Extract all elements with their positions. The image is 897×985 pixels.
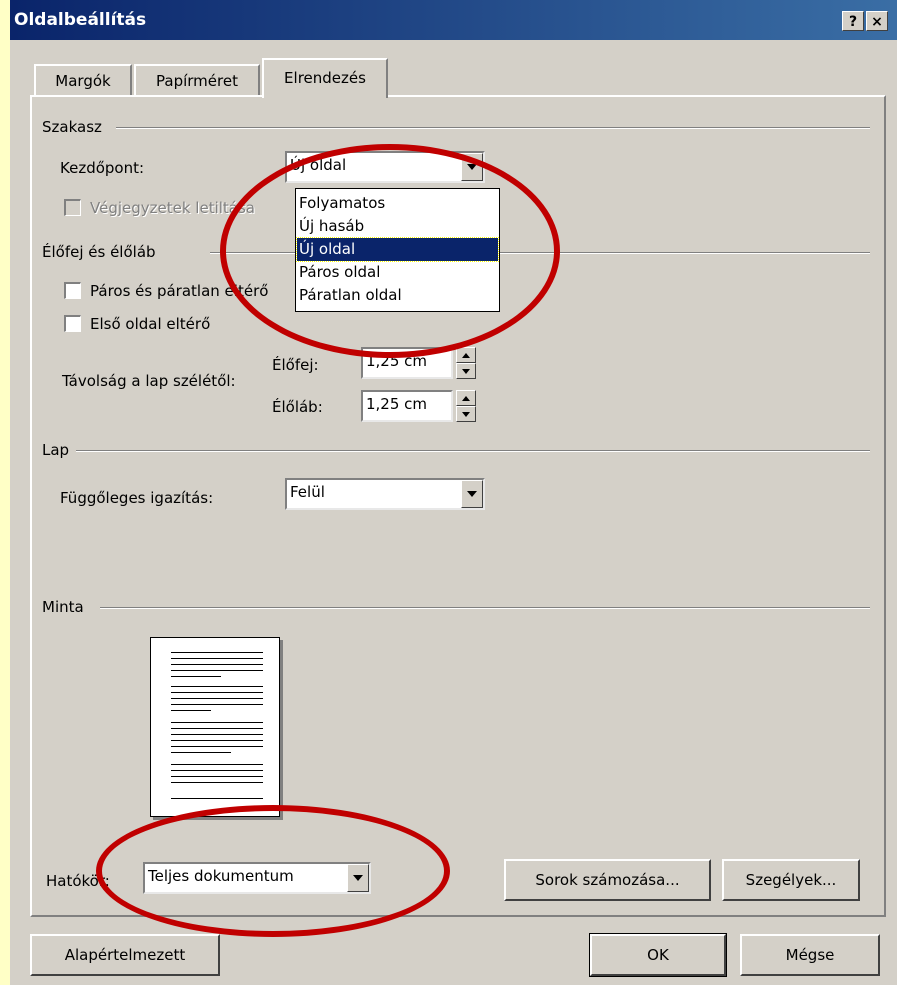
odd-even-checkbox[interactable] (64, 282, 81, 299)
first-page-label: Első oldal eltérő (90, 315, 211, 333)
footer-spin-down[interactable] (456, 406, 476, 422)
dropdown-option-new-column[interactable]: Új hasáb (297, 215, 498, 238)
chevron-down-icon (467, 491, 477, 497)
odd-even-label: Páros és páratlan eltérő (90, 282, 269, 300)
header-spin-up[interactable] (456, 347, 476, 363)
footer-distance-value: 1,25 cm (366, 395, 428, 413)
preview-divider (100, 607, 870, 609)
preview-line (171, 676, 221, 677)
borders-button[interactable]: Szegélyek... (722, 859, 860, 901)
preview-line (171, 734, 263, 735)
chevron-down-icon (353, 875, 363, 881)
preview-line (171, 764, 263, 765)
tab-paper-size[interactable]: Papírméret (134, 64, 260, 96)
arrow-down-icon (462, 368, 470, 374)
vertical-align-dropdown-button[interactable] (461, 480, 483, 508)
cancel-button[interactable]: Mégse (740, 934, 880, 976)
start-select[interactable]: Új oldal (285, 151, 485, 183)
preview-line (171, 728, 263, 729)
header-spin-down[interactable] (456, 363, 476, 379)
apply-select[interactable]: Teljes dokumentum (143, 862, 371, 894)
window-title: Oldalbeállítás (14, 10, 147, 30)
preview-line (171, 798, 263, 799)
header-distance-input[interactable]: 1,25 cm (361, 347, 453, 379)
page-setup-dialog: Oldalbeállítás ? × Margók Papírméret Elr… (10, 0, 897, 985)
preview-line (171, 770, 263, 771)
header-distance-value: 1,25 cm (366, 352, 428, 370)
default-button[interactable]: Alapértelmezett (30, 934, 220, 976)
arrow-up-icon (462, 395, 470, 401)
apply-label: Hatókör: (46, 872, 110, 890)
preview-line (171, 722, 263, 723)
preview-line (171, 670, 263, 671)
start-dropdown-button[interactable] (461, 153, 483, 181)
start-select-value: Új oldal (290, 156, 347, 174)
apply-select-value: Teljes dokumentum (148, 867, 294, 885)
close-button[interactable]: × (866, 11, 888, 31)
start-label: Kezdőpont: (60, 159, 145, 177)
endnotes-label: Végjegyzetek letiltása (90, 199, 255, 217)
chevron-down-icon (467, 164, 477, 170)
tab-layout[interactable]: Elrendezés (262, 58, 388, 98)
dropdown-option-odd-page[interactable]: Páratlan oldal (297, 284, 498, 307)
vertical-align-select[interactable]: Felül (285, 478, 485, 510)
preview-line (171, 652, 263, 653)
preview-line (171, 692, 263, 693)
tab-paper-size-label: Papírméret (156, 72, 238, 90)
title-bar[interactable]: Oldalbeállítás ? × (10, 0, 897, 40)
preview-line (171, 752, 231, 753)
footer-distance-label: Élőláb: (272, 398, 323, 416)
dropdown-option-new-page[interactable]: Új oldal (296, 237, 499, 262)
section-divider (116, 127, 870, 129)
preview-line (171, 746, 263, 747)
ok-button[interactable]: OK (589, 933, 727, 977)
tab-margins-label: Margók (55, 72, 111, 90)
vertical-align-value: Felül (290, 483, 325, 501)
header-distance-label: Élőfej: (272, 356, 319, 374)
help-button[interactable]: ? (842, 11, 864, 31)
start-dropdown-list[interactable]: Folyamatos Új hasáb Új oldal Páros oldal… (295, 188, 500, 312)
page-group-label: Lap (42, 441, 70, 459)
preview-line (171, 686, 263, 687)
preview-line (171, 710, 211, 711)
preview-line (171, 740, 263, 741)
tab-layout-label: Elrendezés (284, 69, 366, 87)
preview-line (171, 776, 263, 777)
vertical-align-label: Függőleges igazítás: (60, 489, 214, 507)
section-group-label: Szakasz (42, 118, 102, 136)
tab-margins[interactable]: Margók (34, 64, 132, 96)
page-preview (150, 637, 280, 817)
dropdown-option-even-page[interactable]: Páros oldal (297, 261, 498, 284)
arrow-up-icon (462, 352, 470, 358)
header-footer-group-label: Élőfej és élőláb (42, 243, 156, 261)
distance-label: Távolság a lap szélétől: (62, 372, 236, 390)
apply-dropdown-button[interactable] (347, 864, 369, 892)
line-numbers-button[interactable]: Sorok számozása... (504, 859, 711, 901)
preview-line (171, 664, 263, 665)
endnotes-checkbox[interactable] (64, 199, 81, 216)
footer-spin-up[interactable] (456, 390, 476, 406)
preview-group-label: Minta (42, 598, 84, 616)
page-divider (76, 450, 870, 452)
preview-line (171, 658, 263, 659)
preview-line (171, 698, 263, 699)
arrow-down-icon (462, 411, 470, 417)
dropdown-option-continuous[interactable]: Folyamatos (297, 192, 498, 215)
preview-line (171, 782, 263, 783)
first-page-checkbox[interactable] (64, 315, 81, 332)
preview-line (171, 704, 263, 705)
footer-distance-input[interactable]: 1,25 cm (361, 390, 453, 422)
